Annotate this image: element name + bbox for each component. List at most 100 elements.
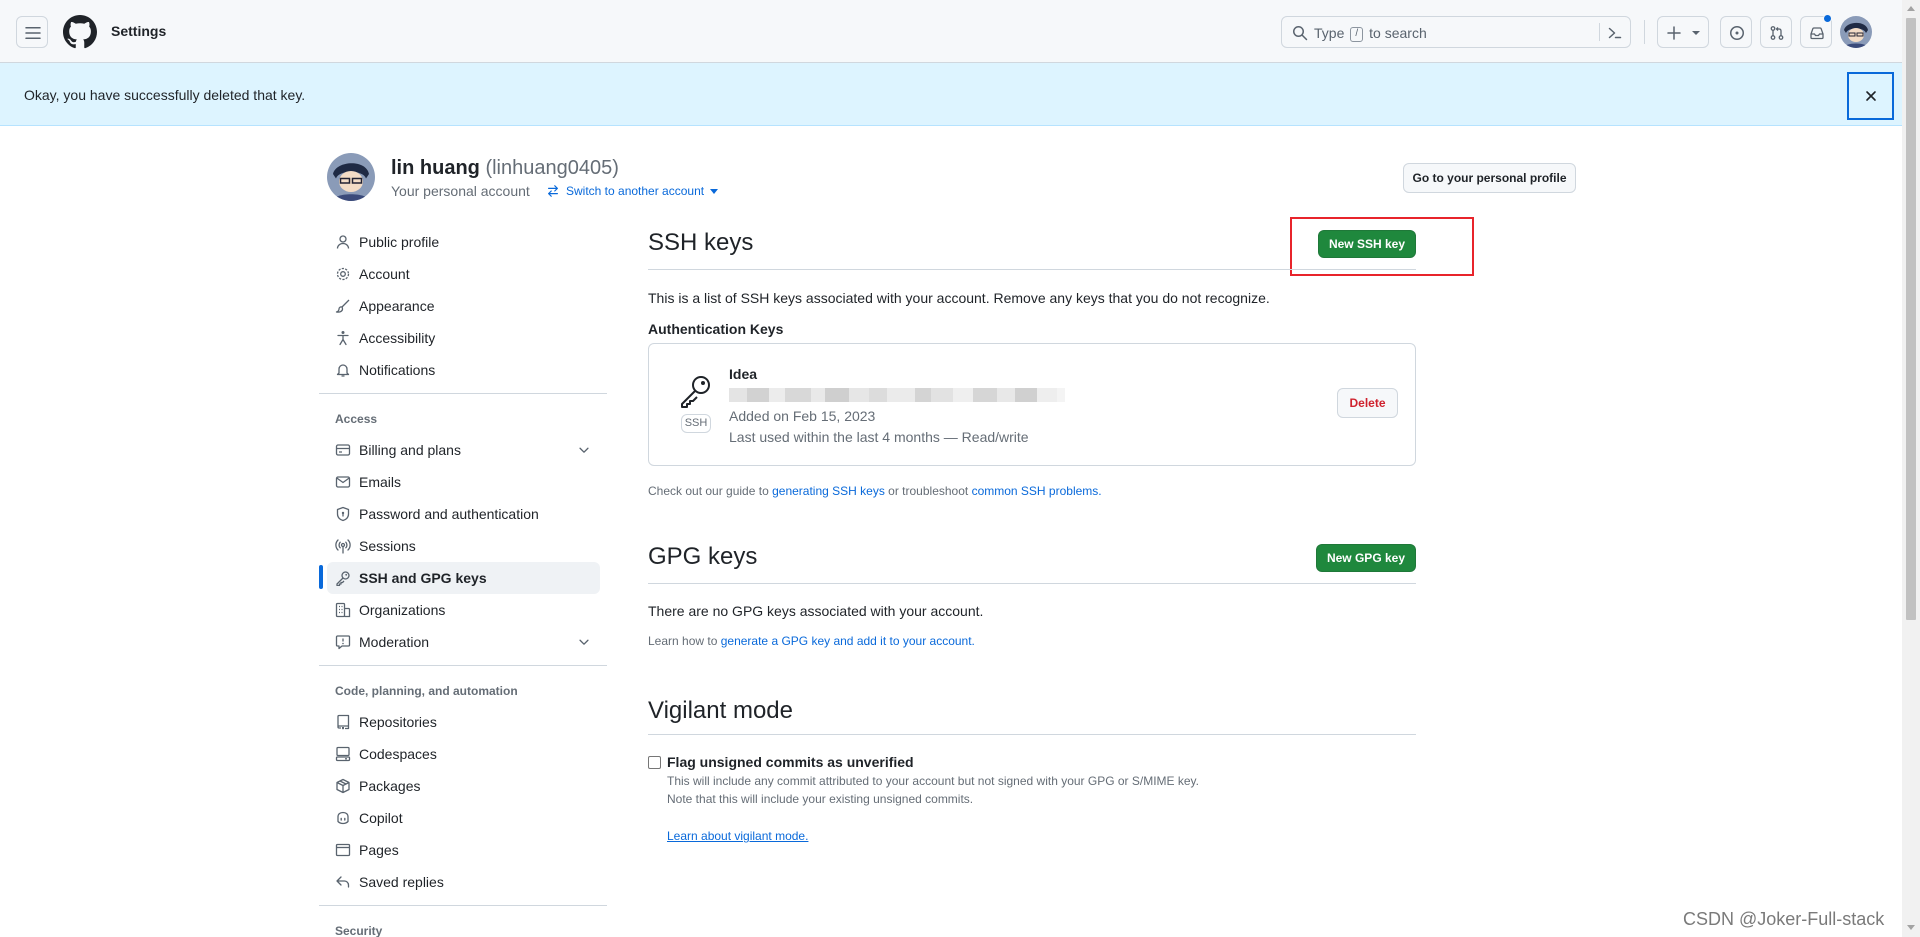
header-divider bbox=[1644, 20, 1645, 44]
sidebar-item-packages[interactable]: Packages bbox=[327, 770, 600, 802]
sidebar-item-accessibility[interactable]: Accessibility bbox=[327, 322, 600, 354]
notification-indicator bbox=[1823, 14, 1832, 23]
sidebar-item-label: Pages bbox=[359, 842, 399, 858]
search-icon bbox=[1293, 26, 1308, 41]
flash-message: Okay, you have successfully deleted that… bbox=[24, 87, 306, 103]
breadcrumb-settings[interactable]: Settings bbox=[111, 23, 166, 39]
paintbrush-icon bbox=[335, 299, 350, 313]
scroll-up-arrow-icon[interactable] bbox=[1907, 5, 1915, 11]
ssh-badge: SSH bbox=[681, 414, 711, 433]
generate-gpg-key-link[interactable]: generate a GPG key and add it to your ac… bbox=[721, 634, 975, 648]
sidebar-heading-security: Security bbox=[335, 924, 383, 937]
sidebar-item-moderation[interactable]: Moderation bbox=[327, 626, 600, 658]
sidebar-divider bbox=[319, 905, 607, 906]
triangle-down-icon bbox=[1692, 31, 1700, 35]
sidebar-item-account[interactable]: Account bbox=[327, 258, 600, 290]
active-item-indicator bbox=[319, 565, 323, 589]
generating-ssh-keys-link[interactable]: generating SSH keys bbox=[772, 484, 885, 498]
sidebar-item-pages[interactable]: Pages bbox=[327, 834, 600, 866]
inbox-icon bbox=[1810, 27, 1824, 40]
annotation-highlight-box bbox=[1290, 217, 1474, 276]
chevron-down-icon bbox=[579, 447, 589, 453]
gpg-section-divider bbox=[648, 583, 1416, 584]
profile-login[interactable]: (linhuang0405) bbox=[485, 157, 618, 179]
command-palette-icon[interactable] bbox=[1607, 25, 1623, 41]
sidebar-item-appearance[interactable]: Appearance bbox=[327, 290, 600, 322]
codespaces-icon bbox=[335, 746, 351, 762]
flash-close-button[interactable] bbox=[1847, 72, 1894, 120]
pull-requests-button[interactable] bbox=[1760, 16, 1792, 48]
sidebar-item-label: Saved replies bbox=[359, 874, 444, 890]
hamburger-icon bbox=[25, 27, 41, 39]
browser-icon bbox=[335, 843, 351, 857]
ssh-section-divider bbox=[648, 269, 1416, 270]
key-icon bbox=[336, 571, 350, 586]
gpg-learn-text: Learn how to generate a GPG key and add … bbox=[648, 634, 975, 648]
profile-avatar bbox=[327, 153, 375, 201]
sidebar-item-emails[interactable]: Emails bbox=[327, 466, 600, 498]
sidebar-item-label: Sessions bbox=[359, 538, 416, 554]
vigilant-note-1: This will include any commit attributed … bbox=[667, 774, 1200, 788]
page-scrollbar[interactable] bbox=[1902, 0, 1920, 937]
repo-icon bbox=[337, 714, 350, 730]
sidebar-item-ssh-gpg-keys[interactable]: SSH and GPG keys bbox=[327, 562, 600, 594]
flag-unsigned-commits-label[interactable]: Flag unsigned commits as unverified bbox=[667, 754, 914, 770]
sidebar-item-label: Packages bbox=[359, 778, 421, 794]
sidebar-heading-code: Code, planning, and automation bbox=[335, 684, 518, 698]
arrow-switch-icon bbox=[548, 185, 558, 197]
new-gpg-key-button[interactable]: New GPG key bbox=[1316, 544, 1416, 572]
shield-lock-icon bbox=[336, 506, 350, 522]
sidebar-item-label: Moderation bbox=[359, 634, 430, 650]
ssh-guide-text: Check out our guide to generating SSH ke… bbox=[648, 484, 1102, 498]
sidebar-item-organizations[interactable]: Organizations bbox=[327, 594, 600, 626]
menu-button[interactable] bbox=[16, 16, 48, 48]
switch-account-label: Switch to another account bbox=[566, 184, 705, 198]
search-divider bbox=[1599, 23, 1600, 41]
search-input[interactable]: Type / to search bbox=[1281, 16, 1631, 48]
accessibility-icon bbox=[337, 331, 349, 346]
copilot-icon bbox=[337, 811, 349, 825]
ssh-key-last-used: Last used within the last 4 months — Rea… bbox=[729, 429, 1029, 445]
triangle-down-icon bbox=[710, 188, 719, 194]
go-to-profile-button[interactable]: Go to your personal profile bbox=[1403, 163, 1576, 193]
authentication-keys-heading: Authentication Keys bbox=[648, 321, 784, 337]
ssh-keys-heading: SSH keys bbox=[648, 229, 754, 256]
ssh-key-fingerprint-redacted bbox=[729, 388, 1069, 402]
scrollbar-thumb[interactable] bbox=[1906, 18, 1916, 620]
issues-button[interactable] bbox=[1720, 16, 1752, 48]
flag-unsigned-commits-checkbox[interactable] bbox=[648, 756, 661, 769]
sidebar-item-label: Appearance bbox=[359, 298, 435, 314]
sidebar-item-label: Notifications bbox=[359, 362, 436, 378]
switch-account-link[interactable]: Switch to another account bbox=[546, 184, 719, 198]
vigilant-section-divider bbox=[648, 734, 1416, 735]
sidebar-item-notifications[interactable]: Notifications bbox=[327, 354, 600, 386]
chevron-down-icon bbox=[579, 639, 589, 645]
sidebar-item-label: Public profile bbox=[359, 234, 440, 250]
vigilant-mode-heading: Vigilant mode bbox=[648, 697, 793, 724]
github-logo-icon[interactable] bbox=[63, 15, 97, 49]
delete-ssh-key-button[interactable]: Delete bbox=[1337, 388, 1398, 418]
gpg-keys-heading: GPG keys bbox=[648, 543, 758, 570]
sidebar-item-sessions[interactable]: Sessions bbox=[327, 530, 600, 562]
profile-name: lin huang (linhuang0405) bbox=[391, 157, 619, 179]
sidebar-item-password-auth[interactable]: Password and authentication bbox=[327, 498, 600, 530]
user-avatar[interactable] bbox=[1840, 16, 1872, 48]
sidebar-item-billing[interactable]: Billing and plans bbox=[327, 434, 600, 466]
sidebar-item-public-profile[interactable]: Public profile bbox=[327, 226, 600, 258]
sidebar-divider bbox=[319, 665, 607, 666]
sidebar-item-codespaces[interactable]: Codespaces bbox=[327, 738, 600, 770]
scroll-down-arrow-icon[interactable] bbox=[1907, 925, 1915, 931]
sidebar-item-saved-replies[interactable]: Saved replies bbox=[327, 866, 600, 898]
flash-success-banner: Okay, you have successfully deleted that… bbox=[0, 63, 1902, 126]
app-header: Settings Type / to search bbox=[0, 0, 1902, 63]
common-ssh-problems-link[interactable]: common SSH problems. bbox=[972, 484, 1102, 498]
sidebar-item-copilot[interactable]: Copilot bbox=[327, 802, 600, 834]
sidebar-item-label: SSH and GPG keys bbox=[359, 570, 487, 586]
bell-icon bbox=[336, 364, 350, 377]
vigilant-note-2: Note that this will include your existin… bbox=[667, 792, 974, 806]
ssh-key-added-date: Added on Feb 15, 2023 bbox=[729, 408, 876, 424]
person-icon bbox=[336, 235, 350, 249]
create-new-button[interactable] bbox=[1657, 16, 1709, 48]
sidebar-item-repositories[interactable]: Repositories bbox=[327, 706, 600, 738]
learn-vigilant-mode-link[interactable]: Learn about vigilant mode. bbox=[667, 829, 808, 843]
